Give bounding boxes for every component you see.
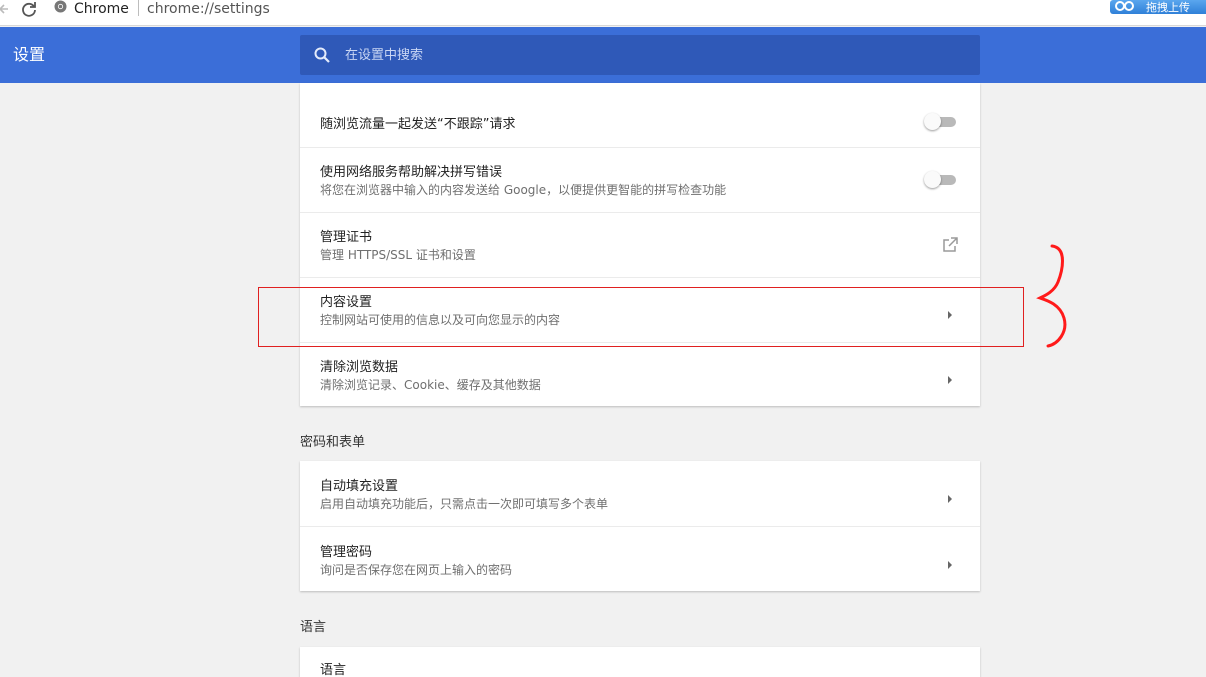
- list-item-spell-check[interactable]: 使用网络服务帮助解决拼写错误 将您在浏览器中输入的内容发送给 Google，以便…: [300, 147, 980, 212]
- list-item-do-not-track[interactable]: 随浏览流量一起发送“不跟踪”请求: [300, 97, 980, 147]
- row-title: 管理证书: [320, 230, 373, 245]
- section-heading-passwords: 密码和表单: [300, 435, 366, 450]
- search-icon: [313, 46, 331, 64]
- external-link-icon[interactable]: [942, 237, 958, 253]
- extension-logo-icon: [1114, 0, 1136, 14]
- row-title: 使用网络服务帮助解决拼写错误: [320, 165, 503, 180]
- row-title: 随浏览流量一起发送“不跟踪”请求: [320, 117, 516, 132]
- row-subtitle: 启用自动填充功能后，只需点击一次即可填写多个表单: [320, 497, 609, 511]
- arrow-right-icon: [946, 555, 954, 569]
- page-title: 设置: [13, 45, 46, 64]
- row-subtitle: 询问是否保存您在网页上输入的密码: [320, 563, 513, 577]
- arrow-right-icon: [946, 370, 954, 384]
- row-title: 语言: [320, 663, 347, 677]
- toggle-knob: [924, 171, 941, 188]
- chrome-chip-label: Chrome: [74, 0, 129, 17]
- row-title: 清除浏览数据: [320, 360, 399, 375]
- list-item-manage-certificates[interactable]: 管理证书 管理 HTTPS/SSL 证书和设置: [300, 212, 980, 277]
- reload-icon[interactable]: [20, 0, 42, 18]
- row-title: 自动填充设置: [320, 479, 399, 494]
- list-item-clear-browsing-data[interactable]: 清除浏览数据 清除浏览记录、Cookie、缓存及其他数据: [300, 342, 980, 406]
- back-icon[interactable]: [0, 0, 12, 18]
- do-not-track-toggle[interactable]: [924, 111, 956, 131]
- browser-omnibox: Chrome chrome://settings 拖拽上传: [0, 0, 1206, 26]
- search-box[interactable]: [300, 35, 980, 75]
- search-input[interactable]: [345, 35, 945, 75]
- extension-button[interactable]: 拖拽上传: [1110, 0, 1206, 14]
- row-subtitle: 清除浏览记录、Cookie、缓存及其他数据: [320, 378, 541, 392]
- row-subtitle: 管理 HTTPS/SSL 证书和设置: [320, 248, 476, 262]
- toggle-knob: [924, 113, 941, 130]
- omnibox-divider: [138, 0, 139, 16]
- settings-header: 设置: [0, 27, 1206, 83]
- chrome-logo-icon: [54, 0, 67, 17]
- security-chip[interactable]: Chrome: [54, 0, 129, 17]
- annotation-highlight-box: [258, 287, 1024, 347]
- annotation-brace: [1036, 244, 1067, 348]
- row-title: 管理密码: [320, 545, 373, 560]
- url-text[interactable]: chrome://settings: [147, 0, 270, 17]
- language-card: 语言: [300, 647, 980, 677]
- spell-check-toggle[interactable]: [924, 169, 956, 189]
- row-subtitle: 将您在浏览器中输入的内容发送给 Google，以便提供更智能的拼写检查功能: [320, 183, 727, 197]
- list-item-autofill[interactable]: 自动填充设置 启用自动填充功能后，只需点击一次即可填写多个表单: [300, 461, 980, 526]
- list-item-manage-passwords[interactable]: 管理密码 询问是否保存您在网页上输入的密码: [300, 526, 980, 591]
- list-item-language[interactable]: 语言: [300, 647, 980, 677]
- passwords-card: 自动填充设置 启用自动填充功能后，只需点击一次即可填写多个表单 管理密码 询问是…: [300, 461, 980, 591]
- arrow-right-icon: [946, 489, 954, 503]
- section-heading-language: 语言: [300, 620, 327, 635]
- privacy-card: 随浏览流量一起发送“不跟踪”请求 使用网络服务帮助解决拼写错误 将您在浏览器中输…: [300, 83, 980, 406]
- extension-label: 拖拽上传: [1146, 1, 1190, 14]
